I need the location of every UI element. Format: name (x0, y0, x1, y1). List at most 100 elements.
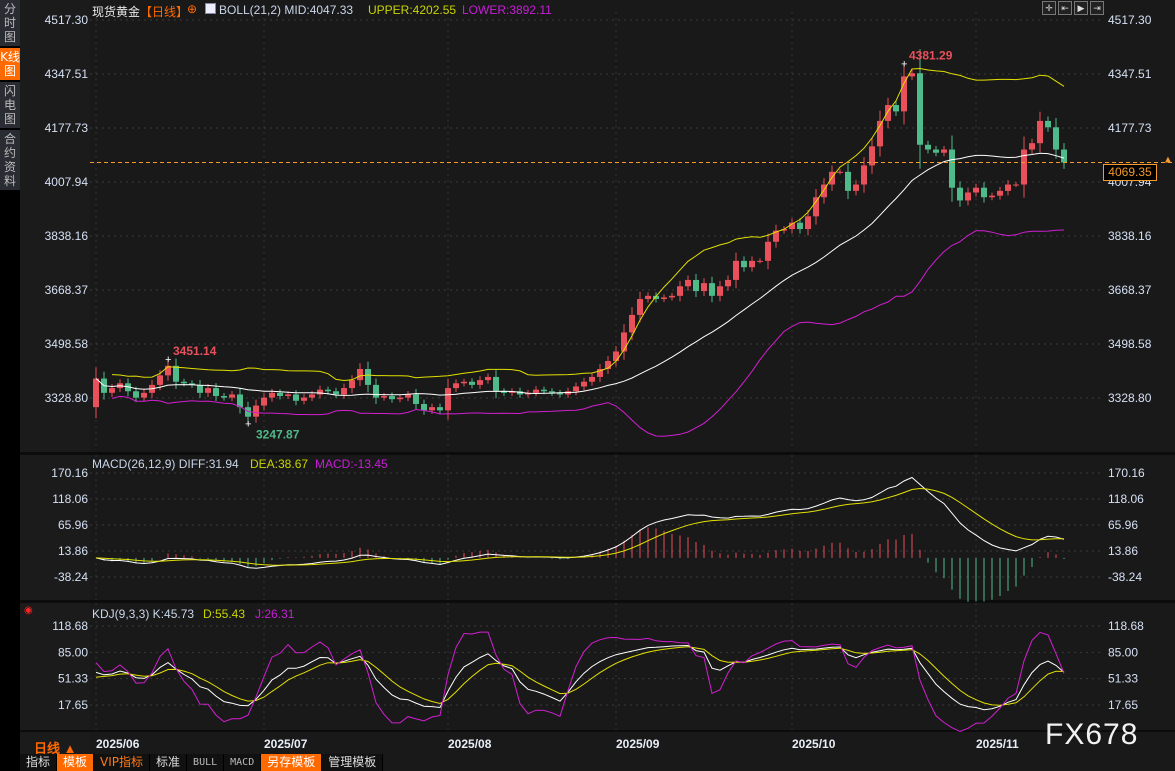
candle (757, 260, 763, 262)
candle (765, 241, 771, 261)
candle (845, 171, 851, 191)
candle (381, 396, 387, 398)
boll-upper-value: UPPER:4202.55 (368, 3, 457, 17)
candle (269, 392, 275, 398)
macd-value: MACD:-13.45 (315, 457, 388, 471)
candle (941, 149, 947, 153)
kdj-j-value: J:26.31 (255, 607, 295, 621)
date-axis-label: 2025/06 (96, 737, 140, 751)
macd-dea-line (95, 487, 1065, 566)
bottom-tab-7[interactable]: 管理模板 (322, 754, 383, 771)
indicator-chart-icon[interactable] (205, 3, 216, 14)
candle (109, 388, 115, 393)
bottom-tab-2[interactable]: VIP指标 (94, 754, 150, 771)
extreme-marker: + (245, 419, 251, 431)
scroll-left-icon[interactable]: ⇤ (1058, 1, 1072, 15)
current-price-tag: 4069.35 (1103, 164, 1157, 181)
play-icon[interactable]: ▶ (1074, 1, 1088, 15)
candle (141, 392, 147, 398)
candle (493, 376, 499, 392)
candle (389, 396, 395, 400)
candle (797, 222, 803, 230)
extreme-marker: + (901, 58, 907, 70)
candle (173, 365, 179, 382)
candle (629, 314, 635, 333)
macd-axis-label: 65.96 (1108, 518, 1138, 532)
candle (93, 378, 99, 408)
macd-axis-label: 13.86 (58, 544, 88, 558)
chart-canvas[interactable]: 4517.30 4517.30 4347.51 4347.51 4177.73 4177.… (0, 0, 1175, 771)
bottom-toolbar: 指标 模板 VIP指标 标准 BULL MACD 另存模板 管理模板 (20, 754, 384, 771)
current-price-arrow-icon: ▲ (1163, 154, 1173, 165)
candle (1045, 120, 1051, 128)
macd-axis-label: 118.06 (1108, 492, 1144, 506)
kdj-axis-label: 118.68 (1108, 619, 1144, 633)
candle (717, 286, 723, 296)
panel-divider (20, 730, 1175, 732)
candle (477, 380, 483, 385)
candle (405, 394, 411, 398)
candle (485, 376, 491, 381)
candle (357, 368, 363, 381)
price-axis-label: 4007.94 (45, 175, 89, 189)
candle (253, 405, 259, 417)
candle (637, 299, 643, 315)
kdj-axis-label: 17.65 (58, 698, 88, 712)
bottom-tab-5[interactable]: MACD (224, 754, 261, 771)
candle (813, 197, 819, 217)
candle (693, 279, 699, 292)
kdj-axis-label: 118.68 (52, 619, 88, 633)
candle (197, 384, 203, 393)
kdj-label: KDJ(9,3,3) K:45.73 (92, 607, 195, 621)
bottom-tab-4[interactable]: BULL (187, 754, 224, 771)
candle (277, 392, 283, 397)
bottom-tab-6[interactable]: 另存模板 (261, 754, 322, 771)
candle (661, 297, 667, 300)
candle (613, 351, 619, 362)
bottom-tab-0[interactable]: 指标 (20, 754, 57, 771)
candle (573, 386, 579, 392)
candle (621, 332, 627, 352)
price-axis-label: 4517.30 (45, 13, 89, 27)
candle (677, 286, 683, 296)
candle (1029, 143, 1035, 150)
kdj-d-value: D:55.43 (203, 607, 246, 621)
candle (437, 407, 443, 411)
boll-mid-line (95, 152, 1065, 396)
candle (725, 279, 731, 287)
candle (589, 376, 595, 382)
candle (973, 187, 979, 193)
candle (949, 149, 955, 188)
add-indicator-icon[interactable]: ⊕ (187, 2, 197, 16)
candle (957, 187, 963, 201)
scroll-right-icon[interactable]: ⇥ (1090, 1, 1104, 15)
candle (213, 388, 219, 397)
candle (341, 388, 347, 395)
kdj-k-line (95, 644, 1065, 711)
price-axis-label: 4517.30 (1108, 13, 1152, 27)
candle (645, 295, 651, 300)
price-axis-label: 4177.73 (45, 121, 89, 135)
kdj-axis-label: 85.00 (1108, 645, 1138, 659)
candle (421, 403, 427, 411)
candle (205, 388, 211, 393)
date-axis-label: 2025/11 (976, 737, 1019, 751)
candle (333, 391, 339, 395)
candle (453, 383, 459, 389)
bottom-tab-3[interactable]: 标准 (150, 754, 187, 771)
macd-axis-label: 170.16 (1108, 466, 1145, 480)
crosshair-icon[interactable]: ✛ (1042, 1, 1056, 15)
boll-lower-value: LOWER:3892.11 (462, 3, 552, 17)
candle (741, 260, 747, 268)
candle (965, 192, 971, 201)
candle (133, 391, 139, 398)
date-axis-label: 2025/10 (792, 737, 836, 751)
bottom-tab-1[interactable]: 模板 (57, 754, 94, 771)
price-annotation: 4381.29 (909, 48, 953, 62)
candle (861, 165, 867, 185)
period-tag: 【日线】 (140, 5, 189, 19)
candle (933, 149, 939, 153)
macd-axis-label: -38.24 (1108, 570, 1142, 584)
alert-icon[interactable]: ◉ (24, 605, 33, 616)
symbol-name: 现货黄金 (92, 5, 141, 19)
